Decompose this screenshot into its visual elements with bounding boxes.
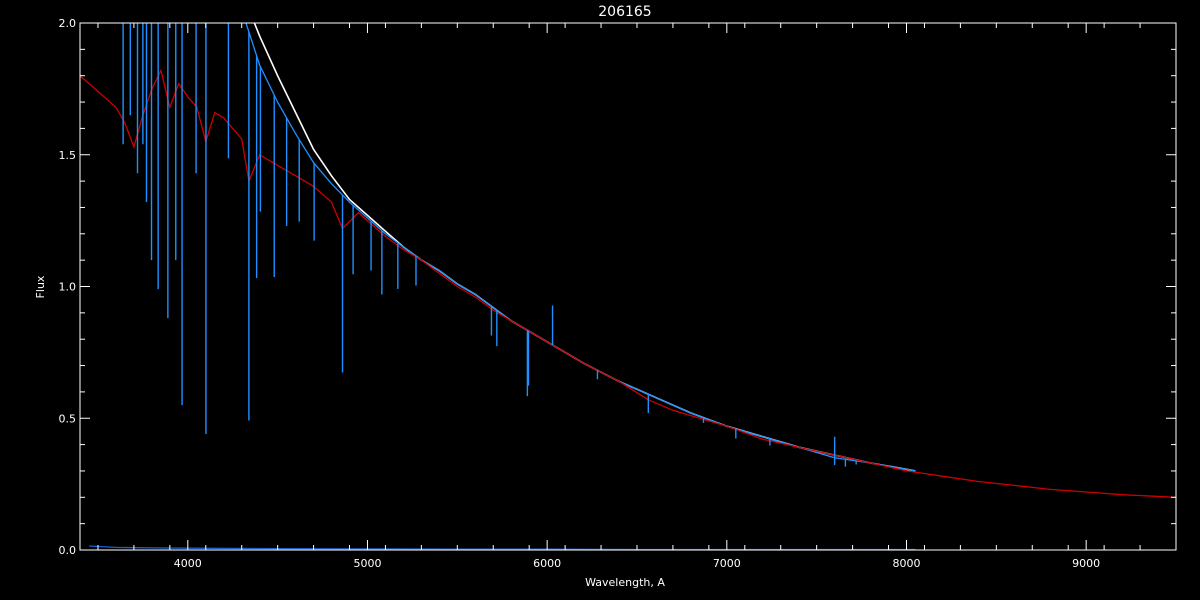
y-tick-label: 0.5 xyxy=(59,412,77,425)
x-tick-label: 7000 xyxy=(713,557,741,570)
x-tick-label: 8000 xyxy=(892,557,920,570)
y-tick-label: 1.5 xyxy=(59,149,77,162)
chart-title: 206165 xyxy=(598,4,651,20)
chart-background xyxy=(0,0,1200,600)
spectrum-chart: 4000 5000 6000 7000 8000 90000.00.51.01.52.0 … xyxy=(0,0,1200,600)
y-tick-label: 0.0 xyxy=(59,544,77,557)
y-tick-label: 1.0 xyxy=(59,281,77,294)
x-tick-label: 9000 xyxy=(1072,557,1100,570)
x-tick-label: 4000 xyxy=(174,557,202,570)
x-tick-label: 6000 xyxy=(533,557,561,570)
x-axis-label: Wavelength, A xyxy=(585,576,665,589)
y-tick-label: 2.0 xyxy=(59,17,77,30)
y-axis-label: Flux xyxy=(34,275,47,298)
x-tick-label: 5000 xyxy=(353,557,381,570)
